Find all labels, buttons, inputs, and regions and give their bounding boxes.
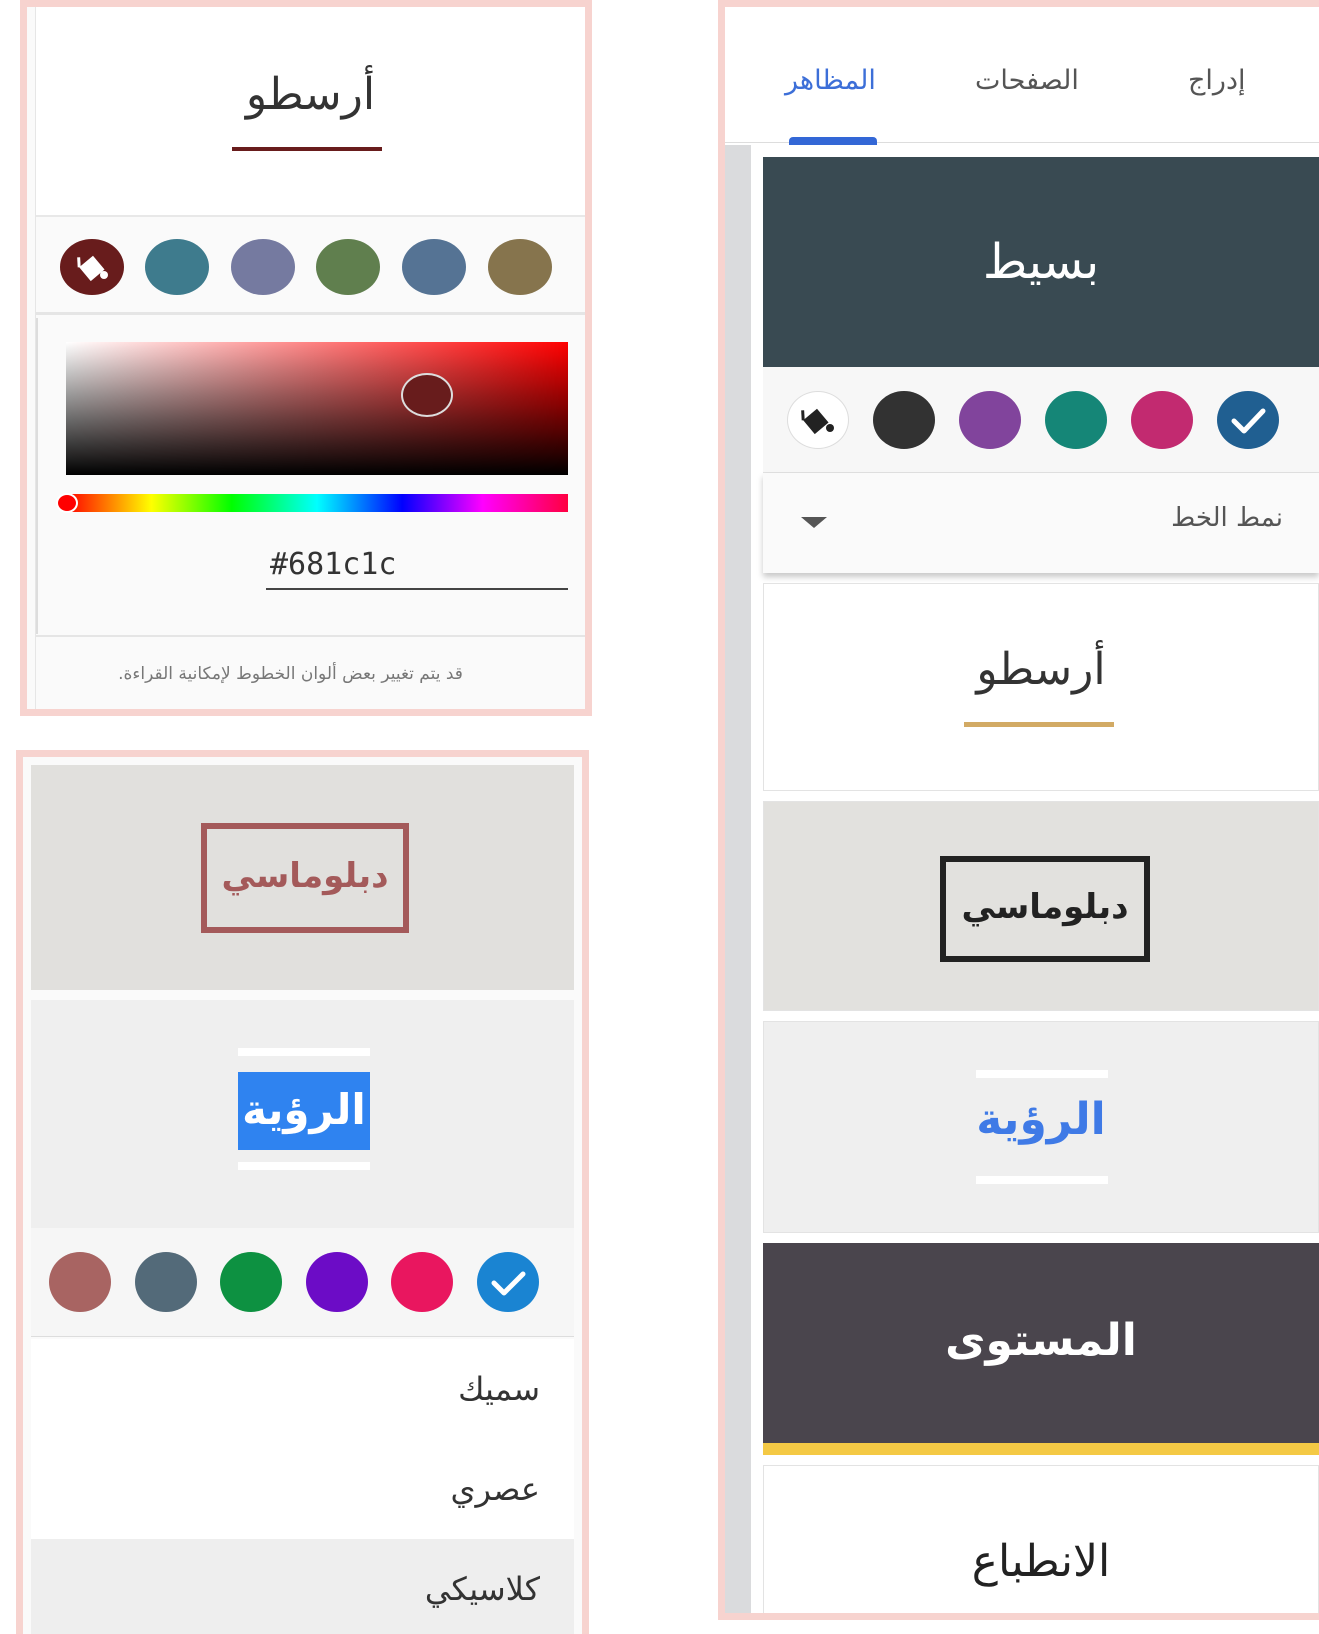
- color-swatch-custom[interactable]: [787, 391, 849, 449]
- scrollbar[interactable]: [725, 145, 751, 1613]
- font-style-list: سميك عصري كلاسيكي: [31, 1339, 574, 1634]
- readability-note: قد يتم تغيير بعض ألوان الخطوط لإمكانية ا…: [36, 635, 585, 709]
- tab-insert[interactable]: إدراج: [1188, 65, 1246, 96]
- color-swatch-black[interactable]: [873, 391, 935, 449]
- diplomatic-theme-panel: دبلوماسي الرؤية سميك عصري كلاسيكي: [16, 750, 589, 1634]
- font-option-classic[interactable]: كلاسيكي: [31, 1539, 574, 1634]
- vision-bottom-bar: [976, 1176, 1108, 1184]
- color-swatch-magenta[interactable]: [1131, 391, 1193, 449]
- theme-card-vision[interactable]: الرؤية: [31, 1000, 574, 1228]
- vision-top-bar: [238, 1048, 370, 1056]
- check-icon: [1231, 408, 1266, 434]
- color-swatch-lavender[interactable]: [231, 239, 295, 295]
- theme-name-vision: الرؤية: [976, 1094, 1106, 1145]
- hue-slider[interactable]: [66, 494, 568, 512]
- theme-name-aristotle: أرسطو: [976, 644, 1106, 695]
- color-swatch-rose[interactable]: [49, 1252, 111, 1312]
- color-swatch-green[interactable]: [316, 239, 380, 295]
- theme-title: أرسطو: [245, 69, 376, 120]
- vision-bottom-bar: [238, 1162, 370, 1170]
- chevron-down-icon: [801, 517, 827, 528]
- color-swatch-purple[interactable]: [959, 391, 1021, 449]
- theme-card-impression[interactable]: الانطباع: [763, 1465, 1319, 1613]
- color-swatch-row: [36, 219, 585, 315]
- hue-slider-handle[interactable]: [56, 493, 78, 513]
- color-swatch-blue-selected[interactable]: [477, 1252, 539, 1312]
- font-option-bold[interactable]: سميك: [31, 1339, 574, 1439]
- theme-preview: أرسطو: [36, 7, 585, 217]
- color-swatch-teal[interactable]: [1045, 391, 1107, 449]
- paint-bucket-icon: [77, 255, 108, 282]
- theme-name-level: المستوى: [945, 1315, 1137, 1366]
- color-swatch-custom[interactable]: [60, 239, 124, 295]
- color-swatch-olive[interactable]: [488, 239, 552, 295]
- aristotle-underline: [964, 722, 1114, 727]
- font-style-dropdown[interactable]: نمط الخط: [763, 473, 1319, 573]
- tab-pages[interactable]: الصفحات: [975, 65, 1079, 96]
- color-swatch-row: [31, 1228, 574, 1337]
- theme-card-vision[interactable]: الرؤية: [763, 1021, 1319, 1233]
- theme-card-aristotle[interactable]: أرسطو: [763, 583, 1319, 791]
- themes-sidebar: إدراج الصفحات المظاهر بسيط نمط الخط أرسط…: [718, 0, 1319, 1620]
- custom-color-panel: أرسطو #681c1c قد يتم تغيير بعض ألوان الخ…: [20, 0, 592, 716]
- theme-title-underline: [232, 147, 382, 151]
- paint-bucket-icon: [801, 408, 834, 435]
- tab-themes[interactable]: المظاهر: [785, 65, 876, 96]
- theme-card-simple[interactable]: بسيط: [763, 157, 1319, 367]
- saturation-cursor[interactable]: [401, 373, 453, 417]
- color-swatch-slate[interactable]: [135, 1252, 197, 1312]
- font-style-label: نمط الخط: [1171, 503, 1283, 533]
- color-swatch-row: [763, 367, 1319, 473]
- color-swatch-green[interactable]: [220, 1252, 282, 1312]
- tab-bar: إدراج الصفحات المظاهر: [725, 15, 1319, 145]
- theme-card-level[interactable]: المستوى: [763, 1243, 1319, 1455]
- color-swatch-teal[interactable]: [145, 239, 209, 295]
- hex-input[interactable]: #681c1c: [266, 546, 568, 590]
- saturation-value-area[interactable]: [66, 342, 568, 475]
- theme-card-diplomatic[interactable]: دبلوماسي: [31, 765, 574, 990]
- color-swatch-pink[interactable]: [391, 1252, 453, 1312]
- theme-card-diplomatic[interactable]: دبلوماسي: [763, 801, 1319, 1011]
- check-icon: [491, 1271, 526, 1296]
- color-picker: #681c1c: [36, 318, 585, 634]
- diplomatic-title: دبلوماسي: [201, 823, 409, 933]
- color-swatch-blue[interactable]: [402, 239, 466, 295]
- custom-color-inner: أرسطو #681c1c قد يتم تغيير بعض ألوان الخ…: [35, 7, 585, 709]
- color-swatch-purple[interactable]: [306, 1252, 368, 1312]
- color-swatch-blue-selected[interactable]: [1217, 391, 1279, 449]
- active-tab-indicator: [789, 137, 877, 145]
- theme-name-diplomatic: دبلوماسي: [940, 856, 1150, 962]
- level-accent-bar: [763, 1443, 1319, 1455]
- font-option-modern[interactable]: عصري: [31, 1439, 574, 1539]
- vision-title: الرؤية: [238, 1072, 370, 1150]
- vision-top-bar: [976, 1070, 1108, 1078]
